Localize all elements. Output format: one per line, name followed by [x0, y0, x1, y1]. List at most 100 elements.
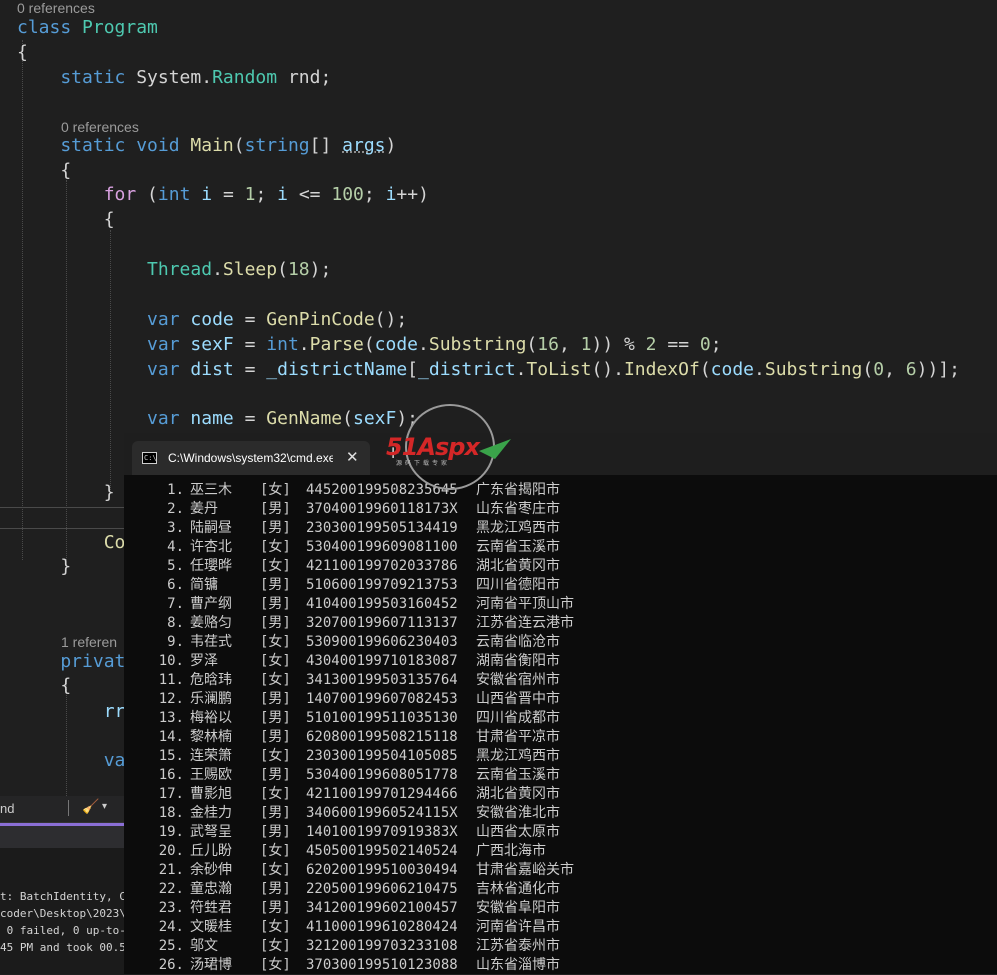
code-line[interactable]: var code = GenPinCode();	[17, 307, 407, 332]
row-id-code: 421100199701294466	[306, 786, 458, 802]
code-token: ))];	[916, 359, 960, 380]
row-name: 乐澜鹏	[190, 691, 232, 707]
row-sex: [男]	[260, 824, 291, 840]
code-token: ();	[374, 309, 408, 330]
row-number: 21.	[158, 862, 184, 878]
chevron-down-icon[interactable]: ▾	[102, 801, 107, 812]
code-line[interactable]: {	[17, 673, 71, 698]
code-token: Main	[190, 135, 234, 156]
code-line[interactable]: var name = GenName(sexF);	[17, 406, 418, 431]
row-sex: [男]	[260, 805, 291, 821]
row-sex: [女]	[260, 748, 291, 764]
row-name: 黎林楠	[190, 729, 232, 745]
code-token: code	[374, 334, 419, 355]
terminal-row: 25. 邬文 [女] 321200199703233108 江苏省泰州市	[150, 937, 560, 956]
code-token: ,	[884, 359, 906, 380]
output-source-dropdown[interactable]: nd	[0, 801, 14, 816]
terminal-output[interactable]: 1. 巫三木 [女] 445200199508235645 广东省揭阳市 2. 姜丹 [男] 3…	[124, 475, 997, 974]
row-district: 四川省德阳市	[476, 577, 560, 593]
row-name: 姜赂匀	[190, 615, 232, 631]
watermark-logo-subtext: 源码下载专家	[396, 460, 451, 467]
row-sex: [男]	[260, 900, 291, 916]
terminal-row: 22. 童忠瀚 [男] 220500199606210475 吉林省通化市	[150, 880, 560, 899]
code-token: .	[515, 359, 527, 380]
code-line[interactable]: class Program	[17, 15, 158, 40]
code-line[interactable]: rr	[17, 699, 126, 724]
code-token: Random	[212, 67, 278, 88]
code-token: (	[699, 359, 711, 380]
code-line[interactable]: va	[17, 748, 126, 773]
codelens-references[interactable]: 1 referen	[61, 634, 117, 650]
row-name: 曹产纲	[190, 596, 232, 612]
codelens-references[interactable]: 0 references	[17, 0, 95, 16]
editor-separator	[0, 507, 124, 508]
row-number: 18.	[158, 805, 184, 821]
code-line[interactable]: Co	[17, 530, 126, 555]
code-token: args	[342, 135, 386, 156]
row-sex: [男]	[260, 881, 291, 897]
code-token: Program	[82, 17, 158, 38]
code-line[interactable]: {	[17, 207, 115, 232]
clear-all-icon[interactable]: 🧹	[82, 799, 99, 815]
code-line[interactable]: Thread.Sleep(18);	[17, 257, 331, 282]
row-number: 14.	[158, 729, 184, 745]
row-district: 四川省成都市	[476, 710, 560, 726]
output-line: 45 PM and took 00.550	[0, 941, 140, 954]
row-number: 2.	[167, 501, 184, 517]
row-name: 曹影旭	[190, 786, 232, 802]
row-id-code: 430400199710183087	[306, 653, 458, 669]
terminal-row: 21. 余砂伸 [女] 620200199510030494 甘肃省嘉峪关市	[150, 861, 574, 880]
code-line[interactable]: }	[17, 554, 71, 579]
row-name: 童忠瀚	[190, 881, 232, 897]
terminal-row: 13. 梅裕以 [男] 510100199511035130 四川省成都市	[150, 709, 560, 728]
code-token: _districtName	[266, 359, 408, 380]
code-token: string	[244, 135, 310, 156]
code-token: _district	[418, 359, 516, 380]
code-token: .	[754, 359, 765, 380]
row-sex: [男]	[260, 501, 291, 517]
row-number: 4.	[167, 539, 184, 555]
row-name: 余砂伸	[190, 862, 232, 878]
code-line[interactable]: static void Main(string[] args)	[17, 133, 396, 158]
code-token: <=	[288, 184, 332, 205]
terminal-tab[interactable]: C:\ C:\Windows\system32\cmd.exe ✕	[132, 441, 370, 475]
code-line[interactable]: }	[17, 480, 115, 505]
code-line[interactable]: privat	[17, 649, 125, 674]
code-token: name	[190, 408, 234, 429]
code-token: 18	[287, 259, 310, 280]
code-token: Co	[17, 532, 126, 553]
row-sex: [女]	[260, 558, 291, 574]
code-token: var	[17, 408, 180, 429]
row-district: 江苏省泰州市	[476, 938, 560, 954]
terminal-row: 19. 武弩呈 [男] 14010019970919383X 山西省太原市	[150, 823, 560, 842]
code-line[interactable]: var dist = _districtName[_district.ToLis…	[17, 357, 960, 382]
code-token: )) %	[591, 334, 646, 355]
code-line[interactable]: {	[17, 158, 71, 183]
row-number: 23.	[158, 900, 184, 916]
row-sex: [女]	[260, 862, 291, 878]
code-token: code	[190, 309, 234, 330]
code-line[interactable]: for (int i = 1; i <= 100; i++)	[17, 182, 429, 207]
code-token: (	[526, 334, 538, 355]
row-district: 湖北省黄冈市	[476, 558, 560, 574]
code-token: Parse	[309, 334, 364, 355]
terminal-titlebar[interactable]: C:\ C:\Windows\system32\cmd.exe ✕ +	[124, 433, 997, 475]
code-token: static	[17, 67, 126, 88]
code-token: 0	[699, 334, 711, 355]
row-district: 山西省晋中市	[476, 691, 560, 707]
close-tab-icon[interactable]: ✕	[346, 448, 359, 466]
row-sex: [女]	[260, 482, 291, 498]
code-token: =	[233, 359, 267, 380]
watermark-logo-text: 51Aspx	[386, 433, 480, 461]
row-district: 河南省许昌市	[476, 919, 560, 935]
code-line[interactable]: static System.Random rnd;	[17, 65, 331, 90]
terminal-row: 16. 王赐欧 [男] 530400199608051778 云南省玉溪市	[150, 766, 560, 785]
terminal-window[interactable]: C:\ C:\Windows\system32\cmd.exe ✕ + 1. 巫三…	[124, 433, 997, 974]
row-id-code: 320700199607113137	[306, 615, 458, 631]
code-line[interactable]: {	[17, 40, 28, 65]
row-number: 1.	[167, 482, 184, 498]
row-id-code: 620200199510030494	[306, 862, 458, 878]
code-line[interactable]: var sexF = int.Parse(code.Substring(16, …	[17, 332, 722, 357]
